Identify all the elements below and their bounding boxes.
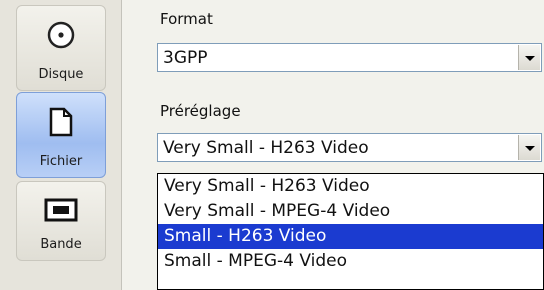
sidebar-item-label: Disque (38, 67, 84, 82)
preset-dropdown-button[interactable] (518, 135, 540, 160)
format-label: Format (160, 10, 213, 28)
sidebar-item-label: Fichier (39, 154, 83, 169)
sidebar-item-label: Bande (40, 237, 82, 252)
chevron-down-icon (525, 146, 535, 151)
sidebar-item-fichier[interactable]: Fichier (16, 92, 106, 178)
file-icon (48, 107, 74, 141)
format-dropdown-button[interactable] (518, 45, 540, 70)
tape-icon (44, 198, 78, 226)
disc-icon (46, 20, 76, 54)
format-select[interactable]: 3GPP (157, 43, 542, 72)
preset-option[interactable]: Very Small - MPEG-4 Video (158, 199, 543, 224)
chevron-down-icon (525, 56, 535, 61)
preset-select[interactable]: Very Small - H263 Video (157, 133, 542, 162)
sidebar-item-disque[interactable]: Disque (16, 5, 106, 91)
format-value: 3GPP (163, 48, 208, 68)
preset-dropdown-list: Very Small - H263 Video Very Small - MPE… (157, 173, 544, 290)
preset-label: Préréglage (160, 102, 241, 120)
preset-option[interactable]: Very Small - H263 Video (158, 174, 543, 199)
sidebar-item-bande[interactable]: Bande (16, 181, 106, 261)
preset-option-highlighted[interactable]: Small - H263 Video (158, 224, 543, 249)
source-sidebar: Disque Fichier Bande (0, 0, 122, 290)
preset-value: Very Small - H263 Video (163, 138, 369, 158)
preset-option[interactable]: Small - MPEG-4 Video (158, 249, 543, 274)
